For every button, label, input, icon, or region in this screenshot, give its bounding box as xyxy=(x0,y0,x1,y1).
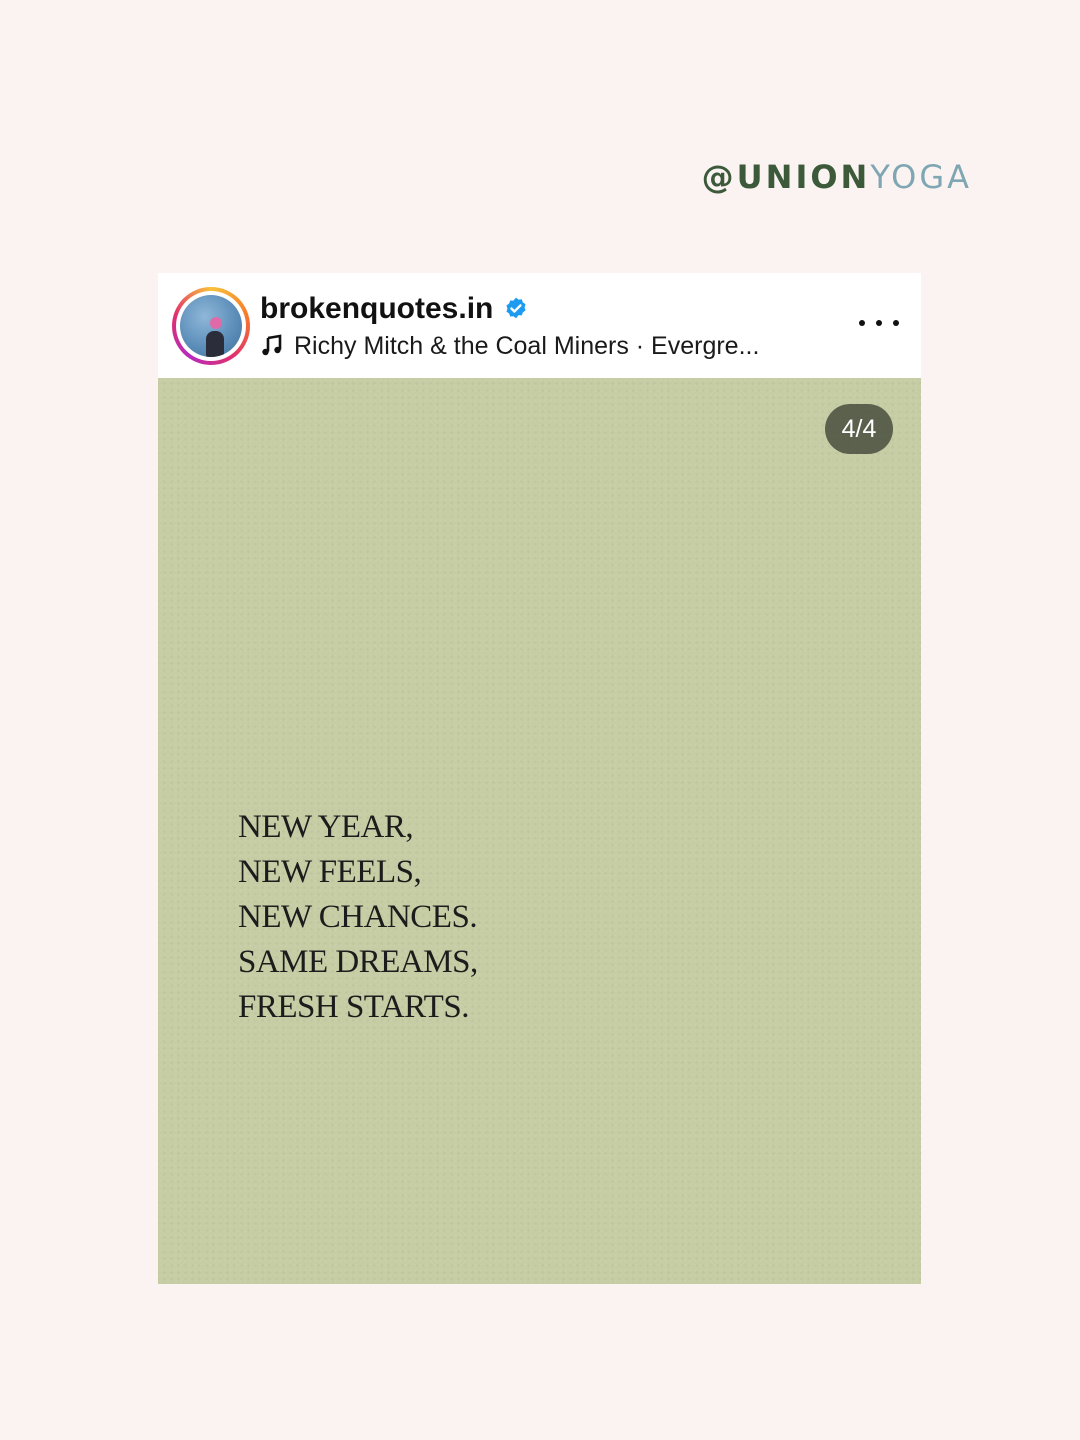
story-ring[interactable] xyxy=(172,287,250,365)
profile-avatar[interactable] xyxy=(180,295,242,357)
quote-text: NEW YEAR, NEW FEELS, NEW CHANCES. SAME D… xyxy=(238,805,478,1030)
brand-watermark: @UNIONYOGA xyxy=(700,155,972,199)
post-media-slide[interactable]: 4/4 NEW YEAR, NEW FEELS, NEW CHANCES. SA… xyxy=(158,378,921,1284)
music-note-icon xyxy=(262,334,282,356)
quote-line: FRESH STARTS. xyxy=(238,989,469,1025)
instagram-post-card: brokenquotes.in Richy Mitch & the Coal M… xyxy=(158,273,921,1284)
audio-attribution[interactable]: Richy Mitch & the Coal Miners · Evergre.… xyxy=(260,328,840,364)
verified-badge-icon xyxy=(506,297,526,319)
quote-line: NEW FEELS, xyxy=(238,854,422,890)
quote-line: NEW YEAR, xyxy=(238,809,414,845)
more-options-icon[interactable] xyxy=(859,308,899,338)
post-header: brokenquotes.in Richy Mitch & the Coal M… xyxy=(158,273,921,378)
username-row: brokenquotes.in xyxy=(260,291,529,327)
avatar-flower-detail xyxy=(210,317,222,329)
username-link[interactable]: brokenquotes.in xyxy=(260,291,493,327)
brand-watermark-part2: YOGA xyxy=(870,158,972,196)
avatar-figure-detail xyxy=(206,331,224,357)
quote-line: NEW CHANCES. xyxy=(238,899,478,935)
brand-watermark-part1: @UNION xyxy=(701,158,871,196)
quote-line: SAME DREAMS, xyxy=(238,944,478,980)
audio-track-label[interactable]: Richy Mitch & the Coal Miners · Evergre.… xyxy=(294,328,759,364)
slide-counter: 4/4 xyxy=(825,404,893,454)
